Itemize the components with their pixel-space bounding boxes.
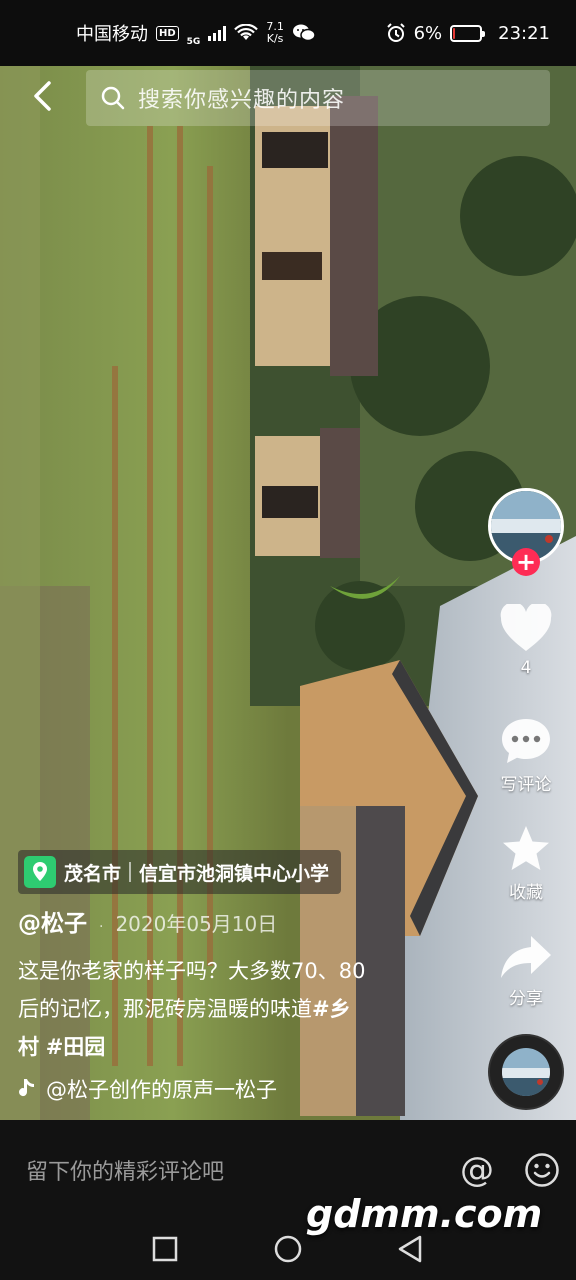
comment-label: 写评论 [500, 775, 552, 795]
separator-dot: · [99, 919, 104, 935]
favorite-button[interactable]: 收藏 [486, 824, 566, 903]
share-arrow-icon [501, 936, 551, 978]
follow-button[interactable]: + [512, 548, 540, 576]
favorite-label: 收藏 [509, 883, 543, 903]
location-pin-icon [24, 856, 56, 888]
home-button[interactable] [273, 1234, 303, 1268]
location-divider [129, 862, 132, 882]
emoji-icon [525, 1153, 559, 1187]
circle-icon [274, 1235, 302, 1263]
like-count: 4 [520, 658, 532, 678]
hashtag-village-a[interactable]: #乡 [312, 997, 351, 1021]
music-disc-cover [502, 1048, 550, 1096]
search-row: 搜索你感兴趣的内容 [0, 66, 576, 126]
comment-icon [502, 719, 550, 763]
author-row: @松子 · 2020年05月10日 [18, 904, 277, 938]
share-label: 分享 [509, 989, 543, 1009]
carrier-name: 中国移动 [76, 24, 148, 45]
net-speed: 7.1 K/s [266, 21, 284, 45]
post-date: 2020年05月10日 [115, 912, 278, 936]
status-left: 中国移动 HD 5G 7.1 K/s [76, 19, 316, 47]
music-title: @松子创作的原声一松子 [46, 1078, 277, 1102]
music-info[interactable]: @松子创作的原声一松子 [18, 1074, 277, 1104]
search-input[interactable]: 搜索你感兴趣的内容 [86, 70, 550, 126]
status-bar: 中国移动 HD 5G 7.1 K/s 6% 23:21 [0, 0, 576, 66]
hashtag-village-b[interactable]: 村 [18, 1035, 39, 1059]
music-disc[interactable] [490, 1036, 562, 1108]
site-watermark: gdmm.com [306, 1192, 543, 1236]
emoji-button[interactable] [524, 1152, 560, 1192]
status-right: 6% 23:21 [386, 23, 550, 44]
hd-badge: HD [156, 25, 179, 41]
plus-icon: + [515, 548, 537, 576]
mention-button[interactable]: @ [460, 1150, 494, 1190]
location-tag[interactable]: 茂名市 信宜市池洞镇中心小学 [18, 850, 342, 894]
share-button[interactable]: 分享 [486, 934, 566, 1009]
wechat-icon [292, 24, 316, 42]
back-nav-button[interactable] [396, 1234, 424, 1268]
star-icon [503, 826, 549, 870]
battery-level-fill [453, 27, 456, 39]
battery-icon [450, 24, 486, 42]
recents-button[interactable] [152, 1236, 178, 1266]
network-type: 5G [186, 37, 201, 47]
like-button[interactable]: 4 [486, 604, 566, 678]
hashtag-countryside[interactable]: #田园 [46, 1035, 106, 1059]
search-placeholder: 搜索你感兴趣的内容 [138, 88, 346, 113]
author-avatar-group: + [488, 488, 564, 576]
comment-input[interactable]: 留下你的精彩评论吧 [26, 1154, 224, 1186]
alarm-icon [386, 23, 405, 42]
back-button[interactable] [24, 78, 60, 114]
caption-line-2: 后的记忆，那泥砖房温暖的味道 [18, 997, 312, 1021]
chevron-left-icon [34, 81, 51, 111]
battery-percent: 6% [413, 22, 443, 44]
post-caption: 这是你老家的样子吗？大多数70、80 后的记忆，那泥砖房温暖的味道#乡 村 #田… [18, 952, 418, 1066]
music-note-icon [19, 1079, 34, 1097]
signal-icon [208, 25, 227, 41]
triangle-back-icon [398, 1235, 422, 1263]
author-name[interactable]: @松子 [18, 904, 87, 938]
location-place: 信宜市池洞镇中心小学 [139, 862, 330, 885]
square-icon [152, 1236, 178, 1262]
caption-line-1: 这是你老家的样子吗？大多数70、80 [18, 959, 366, 983]
comment-button[interactable]: 写评论 [486, 716, 566, 795]
location-city: 茂名市 [64, 862, 122, 885]
net-speed-unit: K/s [266, 32, 284, 45]
wifi-icon [234, 24, 259, 40]
search-icon [101, 86, 125, 110]
clock: 23:21 [498, 22, 550, 44]
heart-icon [500, 604, 552, 651]
